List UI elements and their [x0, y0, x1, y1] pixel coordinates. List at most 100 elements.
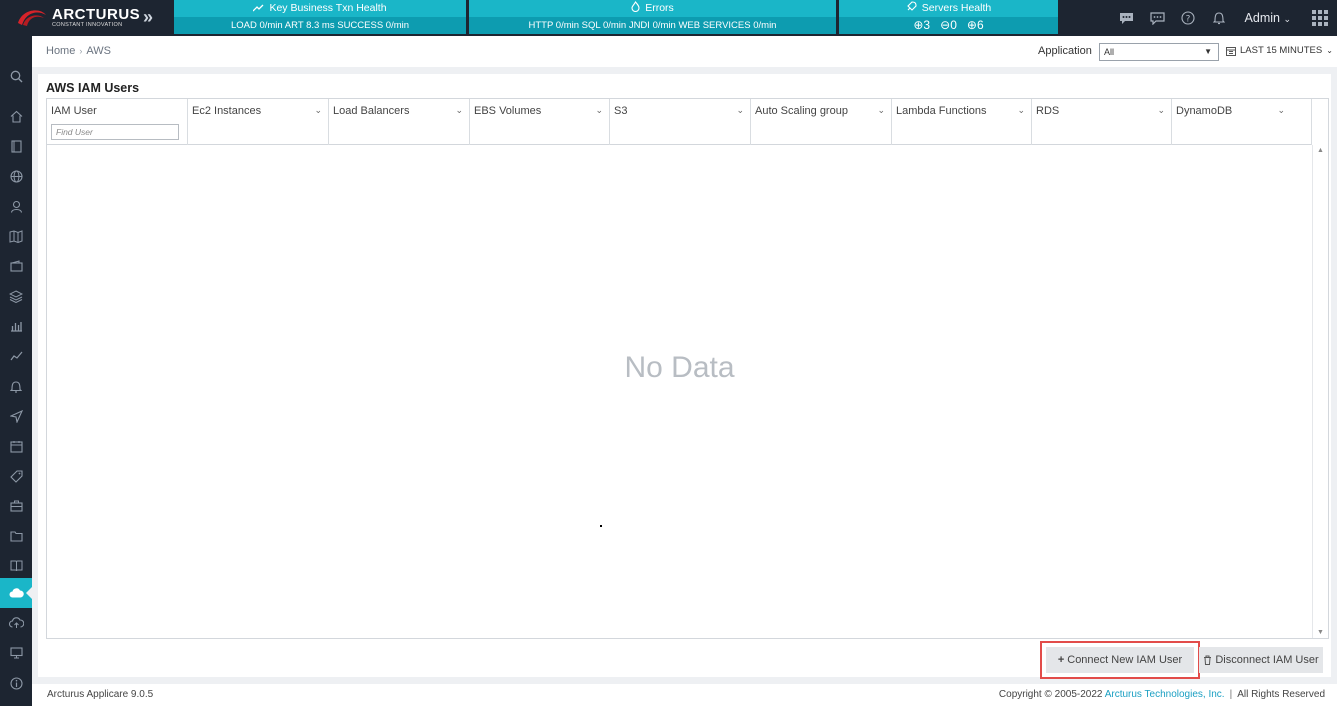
cloud-icon[interactable]	[0, 578, 32, 608]
panel-values: HTTP 0/min SQL 0/min JNDI 0/min WEB SERV…	[469, 17, 836, 34]
disconnect-button-label: Disconnect IAM User	[1215, 654, 1319, 666]
trend-icon	[252, 4, 264, 12]
column-header-ebs-volumes[interactable]: EBS Volumes ⌄	[470, 99, 610, 145]
top-bar: ARCTURUS CONSTANT INNOVATION » Key Busin…	[0, 0, 1337, 36]
logo[interactable]: ARCTURUS CONSTANT INNOVATION	[14, 4, 140, 32]
chevron-down-icon[interactable]: ⌄	[314, 105, 322, 116]
book-icon[interactable]	[0, 551, 32, 581]
globe-icon[interactable]	[0, 161, 32, 191]
vertical-scrollbar[interactable]: ▲ ▼	[1312, 145, 1328, 638]
disconnect-iam-user-button[interactable]: Disconnect IAM User	[1199, 647, 1323, 673]
column-header-ec2-instances[interactable]: Ec2 Instances ⌄	[188, 99, 329, 145]
panel-title: Errors	[645, 2, 674, 14]
servers-same-count: 0	[950, 18, 957, 32]
servers-down-count: 6	[976, 18, 984, 32]
wallet-icon[interactable]	[0, 251, 32, 281]
connect-new-iam-user-button[interactable]: + Connect New IAM User	[1040, 641, 1200, 679]
folder-icon[interactable]	[0, 521, 32, 551]
application-select[interactable]: All ▼	[1099, 43, 1219, 61]
expand-menu-icon[interactable]: »	[143, 7, 153, 28]
servers-up-count: 3	[923, 18, 931, 32]
breadcrumb: Home › AWS	[46, 45, 111, 57]
servers-health-panel[interactable]: Servers Health ⊕3 ⊖0 ⊕6	[839, 0, 1058, 34]
map-icon[interactable]	[0, 221, 32, 251]
column-header-rds[interactable]: RDS ⌄	[1032, 99, 1172, 145]
application-label: Application	[1038, 45, 1092, 57]
chat-icon[interactable]	[1111, 0, 1142, 36]
panel-values: LOAD 0/min ART 8.3 ms SUCCESS 0/min	[174, 17, 466, 34]
breadcrumb-home[interactable]: Home	[46, 45, 75, 57]
column-label: EBS Volumes	[474, 105, 542, 117]
empty-state-text: No Data	[624, 351, 735, 384]
connect-button-label: Connect New IAM User	[1067, 654, 1183, 666]
brand-name: ARCTURUS	[52, 6, 141, 24]
company-link[interactable]: Arcturus Technologies, Inc.	[1105, 689, 1225, 700]
tablet-icon[interactable]	[0, 131, 32, 161]
tag-icon[interactable]	[0, 461, 32, 491]
search-icon[interactable]	[0, 61, 32, 91]
briefcase-icon[interactable]	[0, 491, 32, 521]
sidebar	[0, 36, 32, 706]
iam-users-table: IAM User Ec2 Instances⌄ Load Balancers⌄ …	[46, 98, 1329, 639]
breadcrumb-current: AWS	[86, 45, 111, 57]
home-icon[interactable]	[0, 101, 32, 131]
aws-iam-users-card: AWS IAM Users IAM User Ec2 Instances ⌄ Lo…	[38, 74, 1331, 679]
chevron-down-icon[interactable]: ⌄	[1017, 105, 1025, 116]
line-chart-icon[interactable]	[0, 341, 32, 371]
svg-text:?: ?	[1186, 15, 1191, 25]
column-header-iam-user[interactable]: IAM User	[47, 99, 188, 145]
servers-down-icon: ⊕	[966, 18, 977, 32]
chevron-down-icon[interactable]: ⌄	[595, 105, 603, 116]
bell-icon[interactable]	[0, 371, 32, 401]
chevron-down-icon[interactable]: ⌄	[1277, 105, 1285, 116]
rights-text: All Rights Reserved	[1237, 689, 1325, 700]
rocket-icon	[906, 1, 917, 11]
errors-panel[interactable]: Errors HTTP 0/min SQL 0/min JNDI 0/min W…	[469, 0, 836, 34]
column-header-dynamodb[interactable]: DynamoDB ⌄	[1172, 99, 1312, 145]
chevron-down-icon[interactable]: ⌄	[736, 105, 744, 116]
bar-chart-icon[interactable]	[0, 311, 32, 341]
help-icon[interactable]: ?	[1173, 0, 1204, 36]
user-menu[interactable]: Admin ⌄	[1245, 11, 1291, 25]
column-header-auto-scaling-group[interactable]: Auto Scaling group ⌄	[751, 99, 892, 145]
chevron-down-icon[interactable]: ⌄	[455, 105, 463, 116]
footer: Arcturus Applicare 9.0.5 Copyright © 200…	[32, 684, 1337, 706]
messages-icon[interactable]	[1142, 0, 1173, 36]
column-header-s3[interactable]: S3 ⌄	[610, 99, 751, 145]
servers-same-icon: ⊖	[940, 18, 951, 32]
chevron-down-icon[interactable]: ⌄	[877, 105, 885, 116]
plus-icon: +	[1057, 654, 1065, 666]
find-user-input[interactable]	[51, 124, 179, 140]
column-label: IAM User	[51, 105, 97, 117]
dropdown-arrow-icon: ▼	[1204, 47, 1212, 56]
scroll-up-icon[interactable]: ▲	[1317, 147, 1324, 154]
trash-icon	[1204, 655, 1212, 665]
mouse-cursor-dot	[600, 525, 602, 527]
cloud-upload-icon[interactable]	[0, 608, 32, 638]
column-label: Ec2 Instances	[192, 105, 262, 117]
send-icon[interactable]	[0, 401, 32, 431]
chevron-down-icon[interactable]: ⌄	[1157, 105, 1165, 116]
column-label: Auto Scaling group	[755, 105, 848, 117]
column-label: Lambda Functions	[896, 105, 987, 117]
key-business-txn-health-panel[interactable]: Key Business Txn Health LOAD 0/min ART 8…	[174, 0, 466, 34]
scroll-down-icon[interactable]: ▼	[1317, 629, 1324, 636]
bell-icon[interactable]	[1204, 0, 1235, 36]
layers-icon[interactable]	[0, 281, 32, 311]
monitor-icon[interactable]	[0, 638, 32, 668]
chevron-down-icon: ⌄	[1326, 46, 1333, 55]
column-header-lambda-functions[interactable]: Lambda Functions ⌄	[892, 99, 1032, 145]
panel-title: Servers Health	[921, 2, 992, 14]
column-header-load-balancers[interactable]: Load Balancers ⌄	[329, 99, 470, 145]
column-label: Load Balancers	[333, 105, 410, 117]
calendar-icon[interactable]	[0, 431, 32, 461]
user-icon[interactable]	[0, 191, 32, 221]
arcturus-logo-icon	[14, 5, 48, 31]
info-icon[interactable]	[0, 668, 32, 698]
chevron-down-icon: ⌄	[1283, 14, 1291, 24]
apps-grid-icon[interactable]	[1305, 0, 1335, 36]
breadcrumb-bar: Home › AWS Application All ▼ LAST 15 MINUT…	[32, 36, 1337, 67]
column-label: S3	[614, 105, 628, 117]
time-range-selector[interactable]: LAST 15 MINUTES ⌄	[1226, 45, 1333, 56]
column-label: RDS	[1036, 105, 1060, 117]
